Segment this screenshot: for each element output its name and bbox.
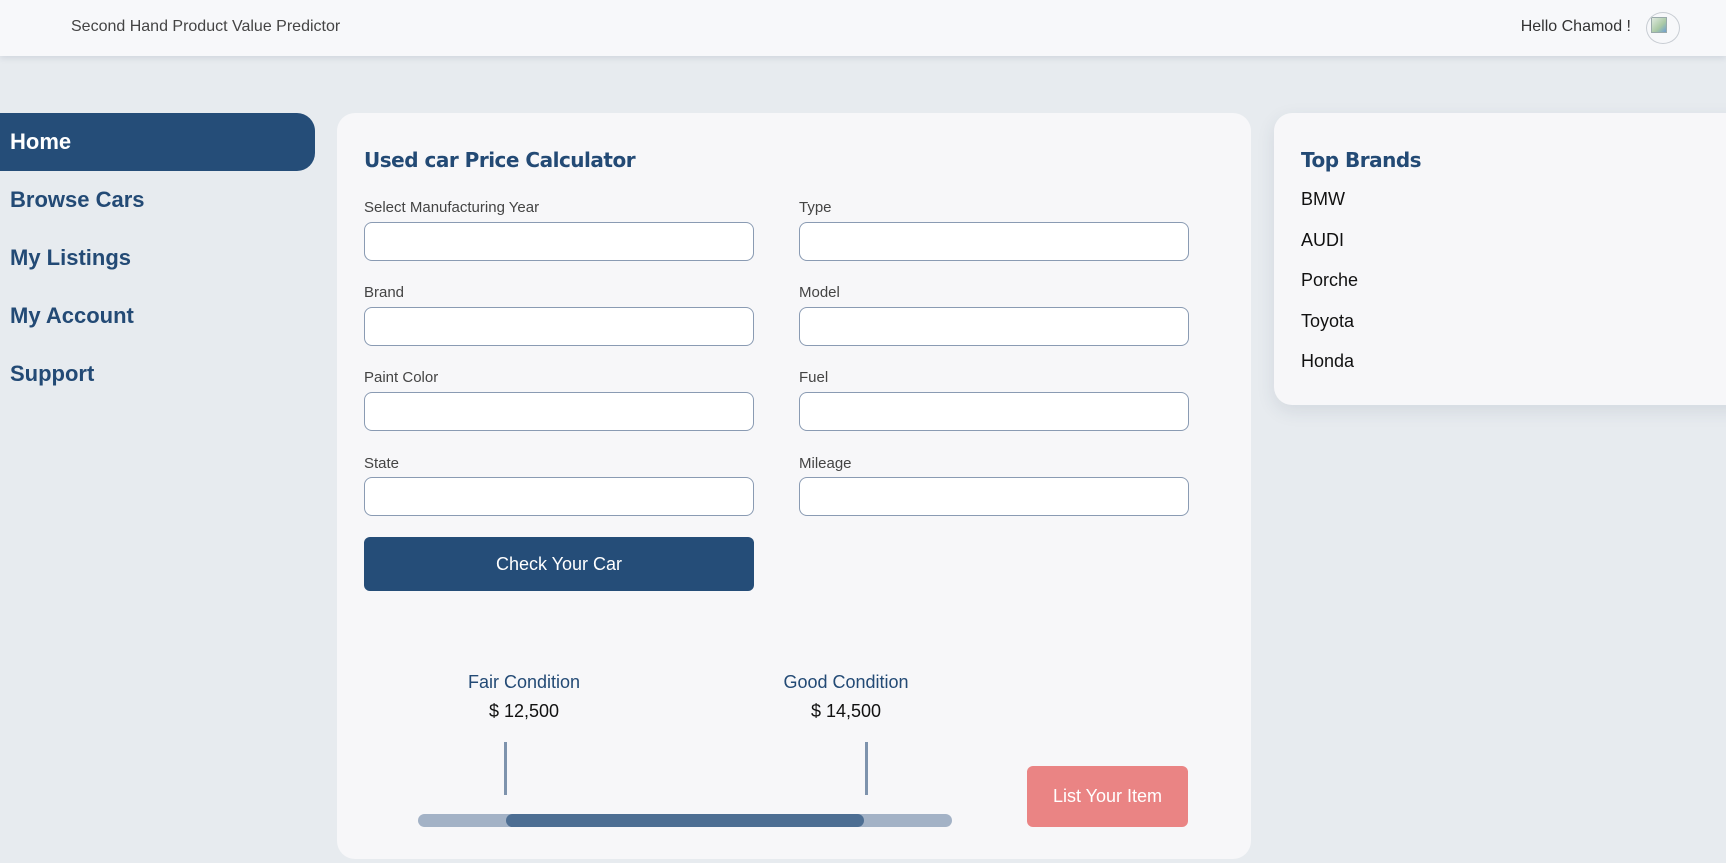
fair-condition: Fair Condition $ 12,500 — [444, 672, 604, 722]
sidebar-item-support[interactable]: Support — [0, 345, 315, 403]
mileage-input[interactable] — [799, 477, 1189, 516]
sidebar-item-my-listings[interactable]: My Listings — [0, 229, 315, 287]
brand-item[interactable]: BMW — [1301, 188, 1358, 229]
price-calculator-card: Used car Price Calculator Select Manufac… — [337, 113, 1251, 859]
mileage-label: Mileage — [799, 455, 852, 472]
brand-item[interactable]: Honda — [1301, 350, 1358, 391]
top-brands-card: Top Brands BMW AUDI Porche Toyota Honda — [1274, 113, 1726, 405]
good-condition: Good Condition $ 14,500 — [766, 672, 926, 722]
good-condition-label: Good Condition — [783, 672, 909, 692]
paint-color-input[interactable] — [364, 392, 754, 431]
top-brands-title: Top Brands — [1301, 148, 1422, 172]
type-label: Type — [799, 199, 832, 216]
year-label: Select Manufacturing Year — [364, 199, 540, 216]
sidebar-item-home[interactable]: Home — [0, 113, 315, 171]
fuel-label: Fuel — [799, 369, 829, 386]
fair-condition-label: Fair Condition — [467, 672, 581, 692]
brand-item[interactable]: Toyota — [1301, 310, 1358, 351]
list-your-item-button[interactable]: List Your Item — [1027, 766, 1188, 827]
model-label: Model — [799, 284, 840, 301]
sidebar-item-my-account[interactable]: My Account — [0, 287, 315, 345]
sidebar-nav: Home Browse Cars My Listings My Account … — [0, 113, 315, 403]
state-input[interactable] — [364, 477, 754, 516]
brand-item[interactable]: Porche — [1301, 269, 1358, 310]
type-input[interactable] — [799, 222, 1189, 261]
price-range-fill — [506, 814, 864, 827]
check-your-car-button[interactable]: Check Your Car — [364, 537, 754, 591]
user-greeting: Hello Chamod ! — [1520, 18, 1631, 35]
brand-label: Brand — [364, 284, 405, 301]
price-range-track — [418, 814, 952, 827]
model-input[interactable] — [799, 307, 1189, 346]
calculator-title: Used car Price Calculator — [364, 148, 636, 172]
brand-input[interactable] — [364, 307, 754, 346]
paint-color-label: Paint Color — [364, 369, 439, 386]
sidebar-item-browse-cars[interactable]: Browse Cars — [0, 171, 315, 229]
good-condition-price: $ 14,500 — [810, 701, 882, 721]
state-label: State — [364, 455, 400, 472]
avatar[interactable] — [1646, 12, 1680, 44]
fuel-input[interactable] — [799, 392, 1189, 431]
top-bar: Second Hand Product Value Predictor Hell… — [0, 0, 1726, 56]
broken-image-icon — [1651, 17, 1667, 33]
fair-condition-price: $ 12,500 — [488, 701, 560, 721]
app-title: Second Hand Product Value Predictor — [71, 18, 341, 35]
good-condition-marker — [865, 742, 868, 795]
brand-list: BMW AUDI Porche Toyota Honda — [1301, 188, 1358, 391]
manufacturing-year-input[interactable] — [364, 222, 754, 261]
fair-condition-marker — [504, 742, 507, 795]
brand-item[interactable]: AUDI — [1301, 229, 1358, 270]
